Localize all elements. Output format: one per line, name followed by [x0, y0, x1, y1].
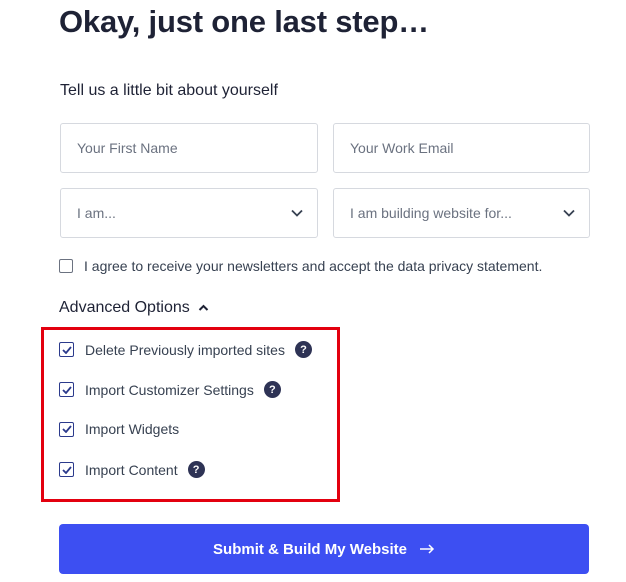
role-select[interactable]: I am... — [60, 188, 318, 238]
newsletter-consent[interactable]: I agree to receive your newsletters and … — [59, 258, 542, 274]
help-icon[interactable]: ? — [263, 381, 281, 398]
option-import-content[interactable]: Import Content ? — [59, 461, 205, 478]
checkmark-icon — [61, 465, 72, 474]
option-label: Delete Previously imported sites — [85, 341, 285, 358]
first-name-field[interactable] — [60, 123, 318, 173]
option-delete-previous-sites[interactable]: Delete Previously imported sites ? — [59, 341, 312, 358]
first-name-input[interactable] — [77, 140, 303, 156]
import-content-checkbox[interactable] — [59, 462, 74, 477]
advanced-options-toggle[interactable]: Advanced Options — [59, 299, 209, 317]
building-for-select[interactable]: I am building website for... — [333, 188, 590, 238]
work-email-input[interactable] — [350, 140, 575, 156]
form-subtitle: Tell us a little bit about yourself — [60, 82, 278, 99]
option-import-customizer-settings[interactable]: Import Customizer Settings ? — [59, 381, 281, 398]
newsletter-consent-checkbox[interactable] — [59, 259, 73, 273]
submit-button-label: Submit & Build My Website — [213, 540, 407, 558]
arrow-right-icon — [419, 544, 435, 554]
chevron-down-icon — [291, 209, 303, 217]
checkmark-icon — [61, 425, 72, 433]
delete-previous-sites-checkbox[interactable] — [59, 342, 74, 357]
advanced-options-heading: Advanced Options — [59, 299, 190, 316]
page-title: Okay, just one last step… — [59, 4, 429, 39]
import-widgets-checkbox[interactable] — [59, 421, 74, 437]
chevron-up-icon — [198, 299, 209, 317]
work-email-field[interactable] — [333, 123, 590, 173]
option-label: Import Customizer Settings — [85, 381, 254, 398]
role-select-value: I am... — [77, 205, 116, 221]
import-customizer-settings-checkbox[interactable] — [59, 382, 74, 397]
chevron-down-icon — [563, 209, 575, 217]
submit-build-website-button[interactable]: Submit & Build My Website — [59, 524, 589, 574]
import-wizard-page: Okay, just one last step… Tell us a litt… — [0, 0, 626, 582]
checkmark-icon — [61, 385, 72, 394]
building-for-select-value: I am building website for... — [350, 205, 512, 221]
option-label: Import Content — [85, 461, 178, 478]
newsletter-consent-label: I agree to receive your newsletters and … — [84, 258, 543, 274]
help-icon[interactable]: ? — [294, 341, 312, 358]
checkmark-icon — [61, 345, 72, 354]
help-icon[interactable]: ? — [187, 461, 205, 478]
option-label: Import Widgets — [85, 421, 180, 437]
option-import-widgets[interactable]: Import Widgets — [59, 421, 179, 437]
